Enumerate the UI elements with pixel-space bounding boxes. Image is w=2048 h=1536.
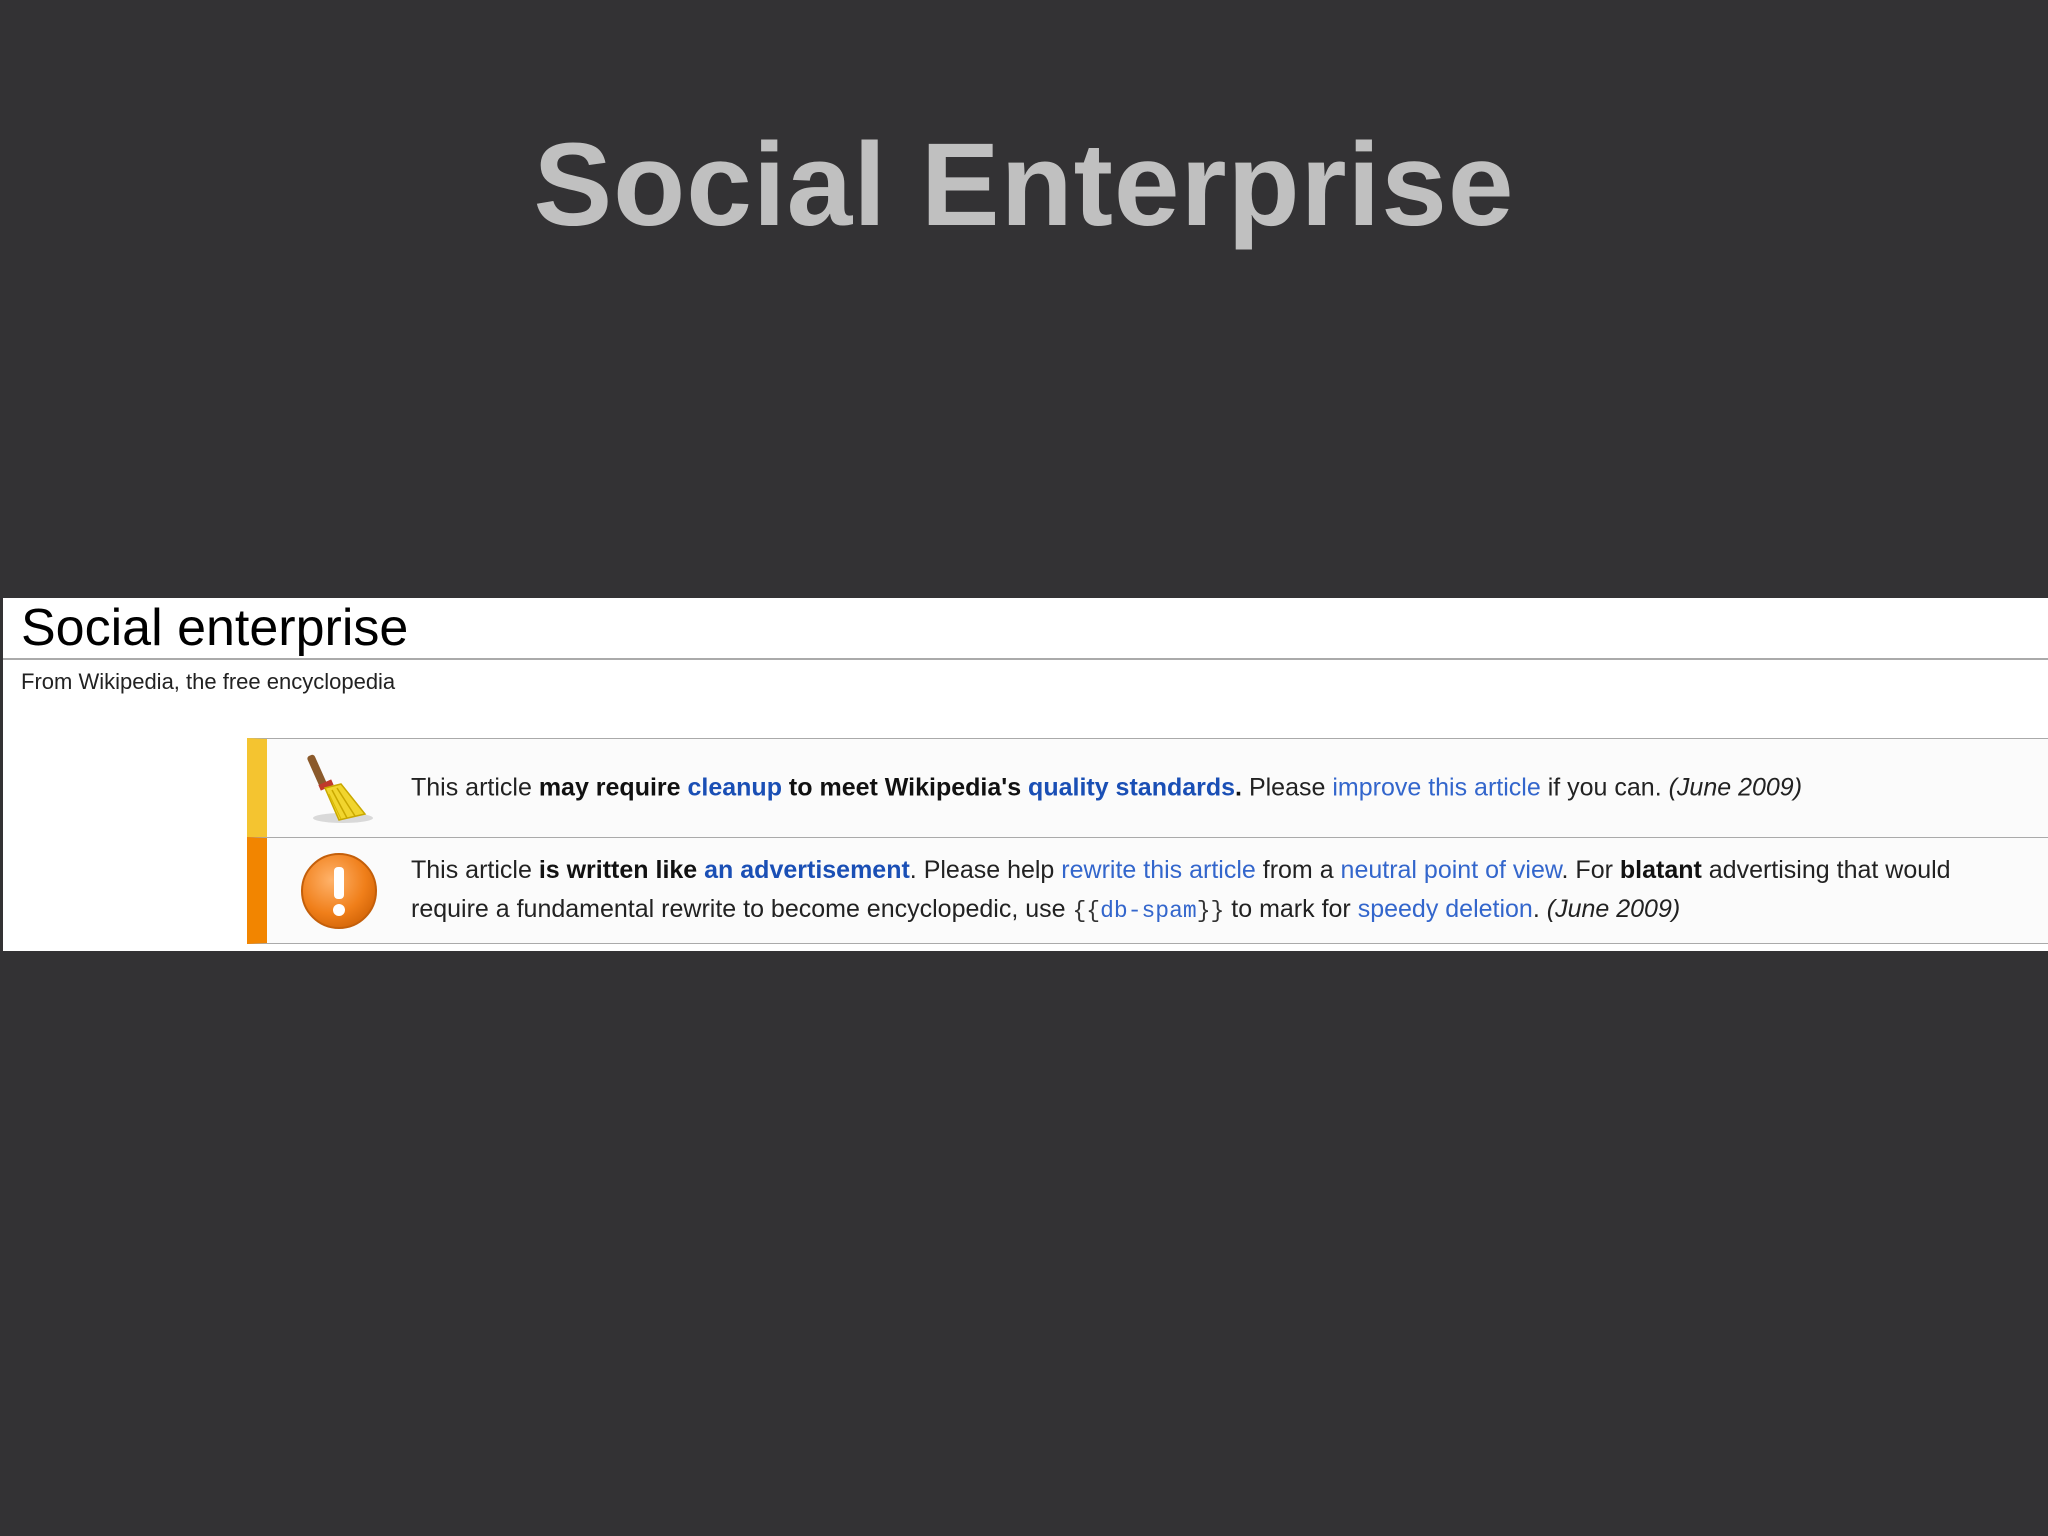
notice-text-bold: blatant xyxy=(1619,855,1702,884)
notice-text: from a xyxy=(1255,855,1341,884)
advertisement-notice-box: This article is written like an advertis… xyxy=(247,837,2048,944)
broom-icon xyxy=(307,754,373,823)
notice-text: Please xyxy=(1242,773,1333,802)
notice-text: . For xyxy=(1561,855,1620,884)
notice-date: (June 2009) xyxy=(1546,894,1681,923)
quality-standards-link[interactable]: quality standards xyxy=(1028,774,1235,802)
improve-article-link[interactable]: improve this article xyxy=(1332,774,1540,802)
advertisement-link[interactable]: an advertisement xyxy=(704,856,910,884)
notice-text: if you can. xyxy=(1540,773,1669,802)
presentation-slide: Social Enterprise Social enterprise From… xyxy=(0,0,2048,1536)
notice-text: . Please help xyxy=(909,855,1062,884)
template-brace-close: }} xyxy=(1196,897,1225,924)
article-tagline: From Wikipedia, the free encyclopedia xyxy=(21,669,396,694)
heading-divider xyxy=(3,658,2048,660)
notice-text: to mark for xyxy=(1224,894,1358,923)
db-spam-link[interactable]: db-spam xyxy=(1100,898,1197,924)
notice-text-bold: . xyxy=(1235,773,1242,802)
cleanup-notice-text: This article may require cleanup to meet… xyxy=(411,769,2028,808)
db-spam-template: {{db-spam}} xyxy=(1072,898,1224,924)
notice-text: This article xyxy=(411,855,539,884)
advertisement-notice-text: This article is written like an advertis… xyxy=(411,851,2028,931)
rewrite-article-link[interactable]: rewrite this article xyxy=(1061,856,1256,884)
notice-text-bold: may require xyxy=(538,773,688,802)
slide-title: Social Enterprise xyxy=(533,119,1515,251)
notice-date: (June 2009) xyxy=(1668,773,1803,802)
notice-text: This article xyxy=(411,773,539,802)
template-brace-open: {{ xyxy=(1072,897,1101,924)
speedy-deletion-link[interactable]: speedy deletion xyxy=(1358,895,1533,923)
notice-text-bold: to meet Wikipedia's xyxy=(781,773,1029,802)
article-heading: Social enterprise xyxy=(21,599,409,657)
cleanup-notice-box: This article may require cleanup to meet… xyxy=(247,738,2048,838)
warning-exclamation-icon xyxy=(301,852,377,929)
wikipedia-screenshot: Social enterprise From Wikipedia, the fr… xyxy=(3,598,2048,951)
notice-text: . xyxy=(1532,894,1547,923)
neutral-point-of-view-link[interactable]: neutral point of view xyxy=(1341,856,1562,884)
cleanup-link[interactable]: cleanup xyxy=(688,774,782,802)
notice-text-bold: is written like xyxy=(538,855,705,884)
